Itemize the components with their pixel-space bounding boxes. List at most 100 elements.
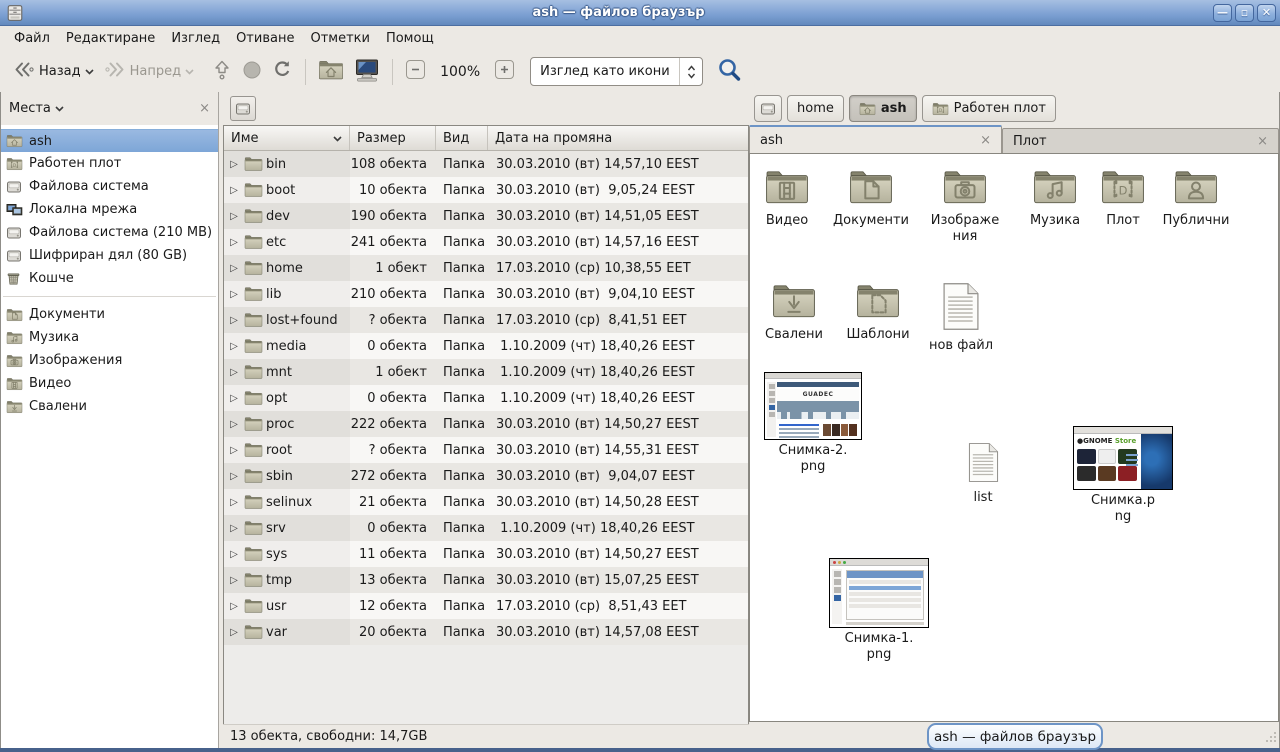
sidebar-item[interactable]: Свалени (1, 395, 218, 418)
icon-view-item[interactable]: Свалени (749, 282, 842, 343)
icon-view-item[interactable]: Снимка-1.png (831, 558, 927, 664)
table-row[interactable]: ▷lib210 обектаПапка30.03.2010 (вт) 9,04,… (224, 281, 748, 307)
icon-view-item[interactable]: list (935, 442, 1031, 506)
column-header[interactable]: Размер (350, 126, 436, 150)
menu-item[interactable]: Помощ (378, 28, 442, 49)
expander-icon[interactable]: ▷ (224, 445, 244, 456)
forward-button[interactable]: Напред (99, 57, 199, 86)
breadcrumb-button[interactable]: DРаботен плот (922, 95, 1056, 122)
expander-icon[interactable]: ▷ (224, 211, 244, 222)
table-row[interactable]: ▷home1 обектПапка17.03.2010 (ср) 10,38,5… (224, 255, 748, 281)
table-row[interactable]: ▷selinux21 обектаПапка30.03.2010 (вт) 14… (224, 489, 748, 515)
table-row[interactable]: ▷mnt1 обектПапка 1.10.2009 (чт) 18,40,26… (224, 359, 748, 385)
sidebar-item[interactable]: Файлова система (1, 175, 218, 198)
table-row[interactable]: ▷tmp13 обектаПапка30.03.2010 (вт) 15,07,… (224, 567, 748, 593)
table-row[interactable]: ▷var20 обектаПапка30.03.2010 (вт) 14,57,… (224, 619, 748, 645)
table-row[interactable]: ▷usr12 обектаПапка17.03.2010 (ср) 8,51,4… (224, 593, 748, 619)
sidebar-item[interactable]: DРаботен плот (1, 152, 218, 175)
icon-view-item[interactable]: ●GNOME StoreСнимка.png (1075, 426, 1171, 526)
expander-icon[interactable]: ▷ (224, 575, 244, 586)
sidebar-item[interactable]: Локална мрежа (1, 198, 218, 221)
up-button[interactable] (207, 55, 237, 89)
breadcrumb-button[interactable]: ash (849, 95, 917, 122)
back-button[interactable]: Назад (8, 57, 99, 86)
tab-close-icon[interactable]: × (980, 133, 991, 148)
table-row[interactable]: ▷srv0 обектаПапка 1.10.2009 (чт) 18,40,2… (224, 515, 748, 541)
icon-view-item[interactable]: Шаблони (830, 282, 926, 343)
table-row[interactable]: ▷bin108 обектаПапка30.03.2010 (вт) 14,57… (224, 151, 748, 177)
filesystem-root-button[interactable] (230, 96, 256, 121)
stop-button[interactable] (237, 56, 267, 88)
places-selector[interactable]: Места (9, 101, 51, 116)
icon-view-item[interactable]: нов файл (913, 282, 1009, 354)
menu-item[interactable]: Отиване (228, 28, 302, 49)
breadcrumb-button[interactable] (754, 95, 782, 122)
expander-icon[interactable]: ▷ (224, 419, 244, 430)
reload-button[interactable] (267, 55, 298, 88)
expander-icon[interactable]: ▷ (224, 263, 244, 274)
tab-ash[interactable]: ash× (749, 125, 1002, 153)
forward-dropdown-icon[interactable] (185, 64, 194, 79)
icon-view-item[interactable]: Документи (823, 168, 919, 229)
expander-icon[interactable]: ▷ (224, 237, 244, 248)
expander-icon[interactable]: ▷ (224, 367, 244, 378)
expander-icon[interactable]: ▷ (224, 627, 244, 638)
close-button[interactable]: ✕ (1257, 4, 1276, 22)
table-row[interactable]: ▷root? обектаПапка30.03.2010 (вт) 14,55,… (224, 437, 748, 463)
zoom-in-button[interactable] (489, 55, 520, 88)
icon-view-item[interactable]: GUADECСнимка-2.png (765, 372, 861, 476)
chevron-down-icon[interactable] (55, 101, 64, 116)
expander-icon[interactable]: ▷ (224, 315, 244, 326)
sidebar-close-icon[interactable]: × (199, 101, 210, 116)
icon-view-item[interactable]: Изображения (917, 168, 1013, 246)
expander-icon[interactable]: ▷ (224, 289, 244, 300)
table-row[interactable]: ▷proc222 обектаПапка30.03.2010 (вт) 14,5… (224, 411, 748, 437)
sidebar-item[interactable]: Документи (1, 303, 218, 326)
menu-item[interactable]: Файл (6, 28, 58, 49)
expander-icon[interactable]: ▷ (224, 341, 244, 352)
computer-button[interactable] (349, 54, 385, 90)
column-header[interactable]: Име (224, 126, 350, 150)
sidebar-item[interactable]: Изображения (1, 349, 218, 372)
search-button[interactable] (715, 55, 745, 88)
sidebar-item[interactable]: Музика (1, 326, 218, 349)
expander-icon[interactable]: ▷ (224, 601, 244, 612)
table-row[interactable]: ▷etc241 обектаПапка30.03.2010 (вт) 14,57… (224, 229, 748, 255)
tab-close-icon[interactable]: × (1257, 134, 1268, 149)
expander-icon[interactable]: ▷ (224, 497, 244, 508)
tab-Плот[interactable]: Плот× (1002, 128, 1279, 153)
minimize-button[interactable]: — (1213, 4, 1232, 22)
sidebar-item[interactable]: ash (1, 129, 218, 152)
menu-item[interactable]: Изглед (163, 28, 228, 49)
column-header[interactable]: Вид (436, 126, 488, 150)
zoom-out-button[interactable] (400, 55, 431, 88)
expander-icon[interactable]: ▷ (224, 185, 244, 196)
back-dropdown-icon[interactable] (85, 64, 94, 79)
expander-icon[interactable]: ▷ (224, 393, 244, 404)
expander-icon[interactable]: ▷ (224, 159, 244, 170)
table-row[interactable]: ▷opt0 обектаПапка 1.10.2009 (чт) 18,40,2… (224, 385, 748, 411)
table-row[interactable]: ▷sbin272 обектаПапка30.03.2010 (вт) 9,04… (224, 463, 748, 489)
expander-icon[interactable]: ▷ (224, 471, 244, 482)
table-row[interactable]: ▷lost+found? обектаПапка17.03.2010 (ср) … (224, 307, 748, 333)
breadcrumb-button[interactable]: home (787, 95, 844, 122)
table-row[interactable]: ▷boot10 обектаПапка30.03.2010 (вт) 9,05,… (224, 177, 748, 203)
home-button[interactable] (313, 55, 349, 89)
expander-icon[interactable]: ▷ (224, 549, 244, 560)
view-mode-select[interactable]: Изглед като икони (530, 57, 703, 86)
taskbar-window-button[interactable]: ash — файлов браузър (927, 723, 1103, 750)
menu-item[interactable]: Редактиране (58, 28, 163, 49)
menu-item[interactable]: Отметки (302, 28, 377, 49)
sidebar-item[interactable]: Кошче (1, 267, 218, 290)
table-row[interactable]: ▷dev190 обектаПапка30.03.2010 (вт) 14,51… (224, 203, 748, 229)
table-row[interactable]: ▷media0 обектаПапка 1.10.2009 (чт) 18,40… (224, 333, 748, 359)
maximize-button[interactable]: ▫ (1235, 4, 1254, 22)
column-header[interactable]: Дата на промяна (488, 126, 748, 150)
sidebar-item[interactable]: Шифриран дял (80 GB) (1, 244, 218, 267)
table-row[interactable]: ▷sys11 обектаПапка30.03.2010 (вт) 14,50,… (224, 541, 748, 567)
sidebar-item[interactable]: Видео (1, 372, 218, 395)
resize-grip[interactable] (1266, 731, 1277, 746)
sidebar-item[interactable]: Файлова система (210 MB) (1, 221, 218, 244)
expander-icon[interactable]: ▷ (224, 523, 244, 534)
icon-view-item[interactable]: Публични (1148, 168, 1244, 229)
